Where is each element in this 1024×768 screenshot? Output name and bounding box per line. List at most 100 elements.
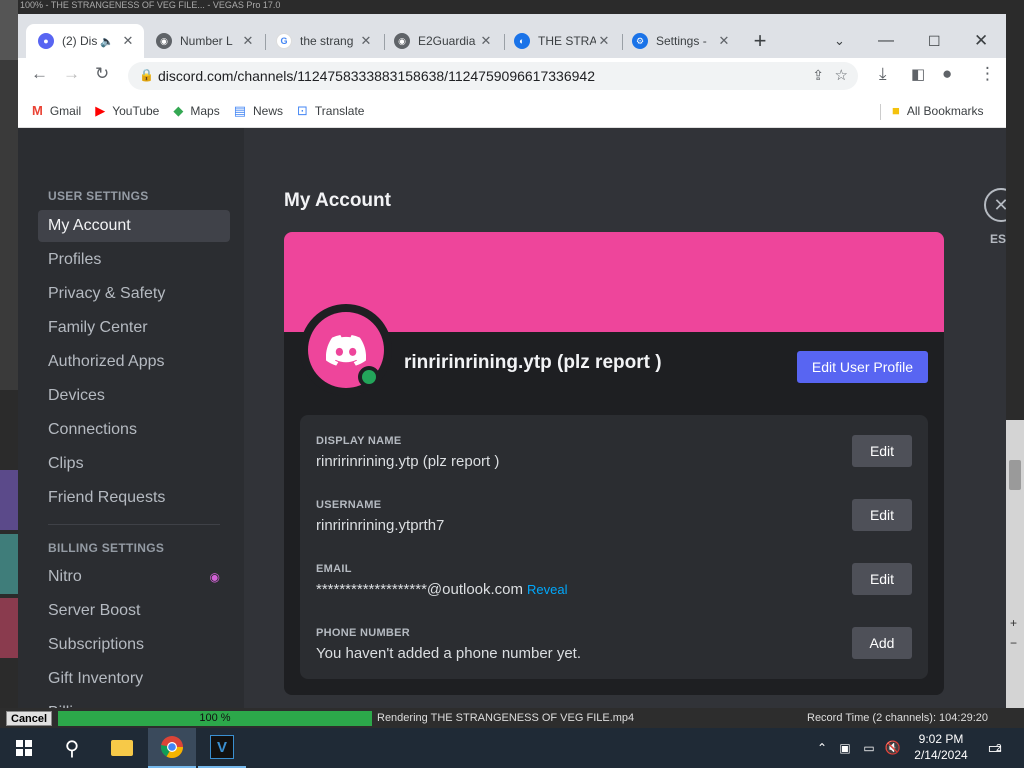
record-time-text: Record Time (2 channels): 104:29:20 xyxy=(807,712,988,724)
vegas-right-scrollbar[interactable]: + − xyxy=(1006,420,1024,710)
sidebar-item-server-boost[interactable]: Server Boost xyxy=(38,595,230,627)
sidebar-item-nitro[interactable]: Nitro ◉ xyxy=(38,561,230,593)
email-label: EMAIL xyxy=(316,563,352,575)
tray-chevron-icon[interactable]: ⌃ xyxy=(814,728,830,768)
volume-muted-icon[interactable]: 🔇 xyxy=(884,728,902,768)
edit-user-profile-button[interactable]: Edit User Profile xyxy=(797,351,928,383)
username-label: USERNAME xyxy=(316,499,382,511)
sidebar-item-billing[interactable]: Billing xyxy=(38,697,230,708)
forward-icon[interactable]: → xyxy=(63,64,80,84)
add-phone-button[interactable]: Add xyxy=(852,627,912,659)
network-icon[interactable]: ▭ xyxy=(860,728,878,768)
tab-separator xyxy=(504,34,505,50)
security-tray-icon[interactable]: ▣ xyxy=(836,728,854,768)
bookmark-youtube[interactable]: ▶ YouTube xyxy=(95,103,159,119)
browser-window: ● (2) Dis 🔈 ✕ ◉ Number L ✕ G the strang … xyxy=(18,14,1006,128)
reveal-email-link[interactable]: Reveal xyxy=(527,582,567,597)
bookmark-translate[interactable]: ⊡ Translate xyxy=(297,103,364,119)
close-settings-button[interactable]: ✕ xyxy=(984,188,1006,222)
tab-settings[interactable]: ⚙ Settings - ✕ xyxy=(626,24,738,58)
profile-icon[interactable]: ● xyxy=(942,64,952,84)
chrome-taskbar-icon[interactable] xyxy=(148,728,196,768)
sidebar-item-subscriptions[interactable]: Subscriptions xyxy=(38,629,230,661)
sidebar-item-clips[interactable]: Clips xyxy=(38,448,230,480)
tab-number[interactable]: ◉ Number L ✕ xyxy=(150,24,262,58)
notification-center-icon[interactable]: ▭ 2 xyxy=(980,728,1010,768)
gear-icon: ⚙ xyxy=(632,33,648,49)
tab-search-chevron-icon[interactable]: ⌄ xyxy=(834,24,856,58)
page-title: My Account xyxy=(284,190,391,211)
vegas-taskbar-icon[interactable]: V xyxy=(198,728,246,768)
sidebar-item-profiles[interactable]: Profiles xyxy=(38,244,230,276)
account-profile-card: rinririnrining.ytp (plz report ) Edit Us… xyxy=(284,232,944,695)
sidebar-divider xyxy=(48,524,220,525)
translate-icon: ⊡ xyxy=(297,102,308,118)
all-bookmarks[interactable]: ■ All Bookmarks xyxy=(892,103,984,118)
file-explorer-icon[interactable] xyxy=(98,728,146,768)
tab-separator xyxy=(622,34,623,50)
close-tab-icon[interactable]: ✕ xyxy=(358,33,374,49)
tab-e2guardian[interactable]: ◉ E2Guardia ✕ xyxy=(388,24,500,58)
scrollbar-thumb[interactable] xyxy=(1009,460,1021,490)
zoom-in-icon[interactable]: + xyxy=(1010,616,1017,630)
back-icon[interactable]: ← xyxy=(31,64,48,84)
vegas-track-1 xyxy=(0,470,18,530)
sidebar-item-family-center[interactable]: Family Center xyxy=(38,312,230,344)
edit-username-button[interactable]: Edit xyxy=(852,499,912,531)
discord-icon: ● xyxy=(38,33,54,49)
sidepanel-icon[interactable]: ◧ xyxy=(911,65,925,83)
sidebar-item-friend-requests[interactable]: Friend Requests xyxy=(38,482,230,514)
email-row: *******************@outlook.com Reveal xyxy=(316,581,567,598)
sidebar-item-authorized-apps[interactable]: Authorized Apps xyxy=(38,346,230,378)
render-progress-bar: 100 % xyxy=(58,711,372,726)
tab-title: THE STRA xyxy=(538,34,596,48)
close-tab-icon[interactable]: ✕ xyxy=(120,33,136,49)
windows-taskbar: ⚲ V ⌃ ▣ ▭ 🔇 9:02 PM 2/14/2024 ▭ 2 xyxy=(0,728,1024,768)
close-tab-icon[interactable]: ✕ xyxy=(478,33,494,49)
address-bar[interactable]: 🔒 discord.com/channels/11247583338831586… xyxy=(128,62,858,90)
sidebar-item-connections[interactable]: Connections xyxy=(38,414,230,446)
share-icon[interactable]: ⇪ xyxy=(812,67,824,84)
audio-icon[interactable]: 🔈 xyxy=(100,35,114,48)
tab-title: Number L xyxy=(180,34,233,48)
vegas-track-2 xyxy=(0,534,18,594)
close-tab-icon[interactable]: ✕ xyxy=(716,33,732,49)
sidebar-item-gift-inventory[interactable]: Gift Inventory xyxy=(38,663,230,695)
search-icon[interactable]: ⚲ xyxy=(48,728,96,768)
bookmark-news[interactable]: ▤ News xyxy=(234,103,283,119)
download-icon[interactable]: ⤓ xyxy=(879,64,887,84)
close-tab-icon[interactable]: ✕ xyxy=(596,33,612,49)
sidebar-item-privacy-safety[interactable]: Privacy & Safety xyxy=(38,278,230,310)
zoom-out-icon[interactable]: − xyxy=(1010,636,1017,650)
reload-icon[interactable]: ↻ xyxy=(95,64,109,84)
menu-icon[interactable]: ⋮ xyxy=(979,64,996,84)
bookmark-star-icon[interactable]: ☆ xyxy=(835,66,848,84)
close-tab-icon[interactable]: ✕ xyxy=(240,33,256,49)
maps-icon: ◆ xyxy=(173,102,184,118)
tab-stream[interactable]: ◐ THE STRA ✕ xyxy=(508,24,618,58)
tab-discord[interactable]: ● (2) Dis 🔈 ✕ xyxy=(26,24,144,58)
maximize-button[interactable]: ☐ xyxy=(928,24,948,58)
esc-label: ESC xyxy=(990,232,1006,246)
start-button[interactable] xyxy=(0,728,48,768)
minimize-button[interactable]: — xyxy=(878,24,898,58)
cancel-render-button[interactable]: Cancel xyxy=(6,711,53,726)
render-status-bar: Cancel 100 % Rendering THE STRANGENESS O… xyxy=(0,708,1024,728)
sidebar-item-devices[interactable]: Devices xyxy=(38,380,230,412)
tab-search[interactable]: G the strang ✕ xyxy=(270,24,380,58)
account-fields-panel: DISPLAY NAME rinririnrining.ytp (plz rep… xyxy=(300,415,928,679)
settings-content: My Account rinririnrining.ytp (plz repor… xyxy=(244,128,1006,708)
edit-display-name-button[interactable]: Edit xyxy=(852,435,912,467)
edit-email-button[interactable]: Edit xyxy=(852,563,912,595)
bookmark-maps[interactable]: ◆ Maps xyxy=(173,103,219,119)
bookmark-gmail[interactable]: M Gmail xyxy=(32,103,81,118)
new-tab-button[interactable]: + xyxy=(746,24,774,58)
user-settings-header: USER SETTINGS xyxy=(48,189,149,203)
phone-label: PHONE NUMBER xyxy=(316,627,411,639)
system-clock[interactable]: 9:02 PM 2/14/2024 xyxy=(905,731,977,763)
close-window-button[interactable]: ✕ xyxy=(974,24,994,58)
display-name-value: rinririnrining.ytp (plz report ) xyxy=(316,453,500,470)
notification-count: 2 xyxy=(996,743,1002,754)
sidebar-item-my-account[interactable]: My Account xyxy=(38,210,230,242)
tab-separator xyxy=(265,34,266,50)
